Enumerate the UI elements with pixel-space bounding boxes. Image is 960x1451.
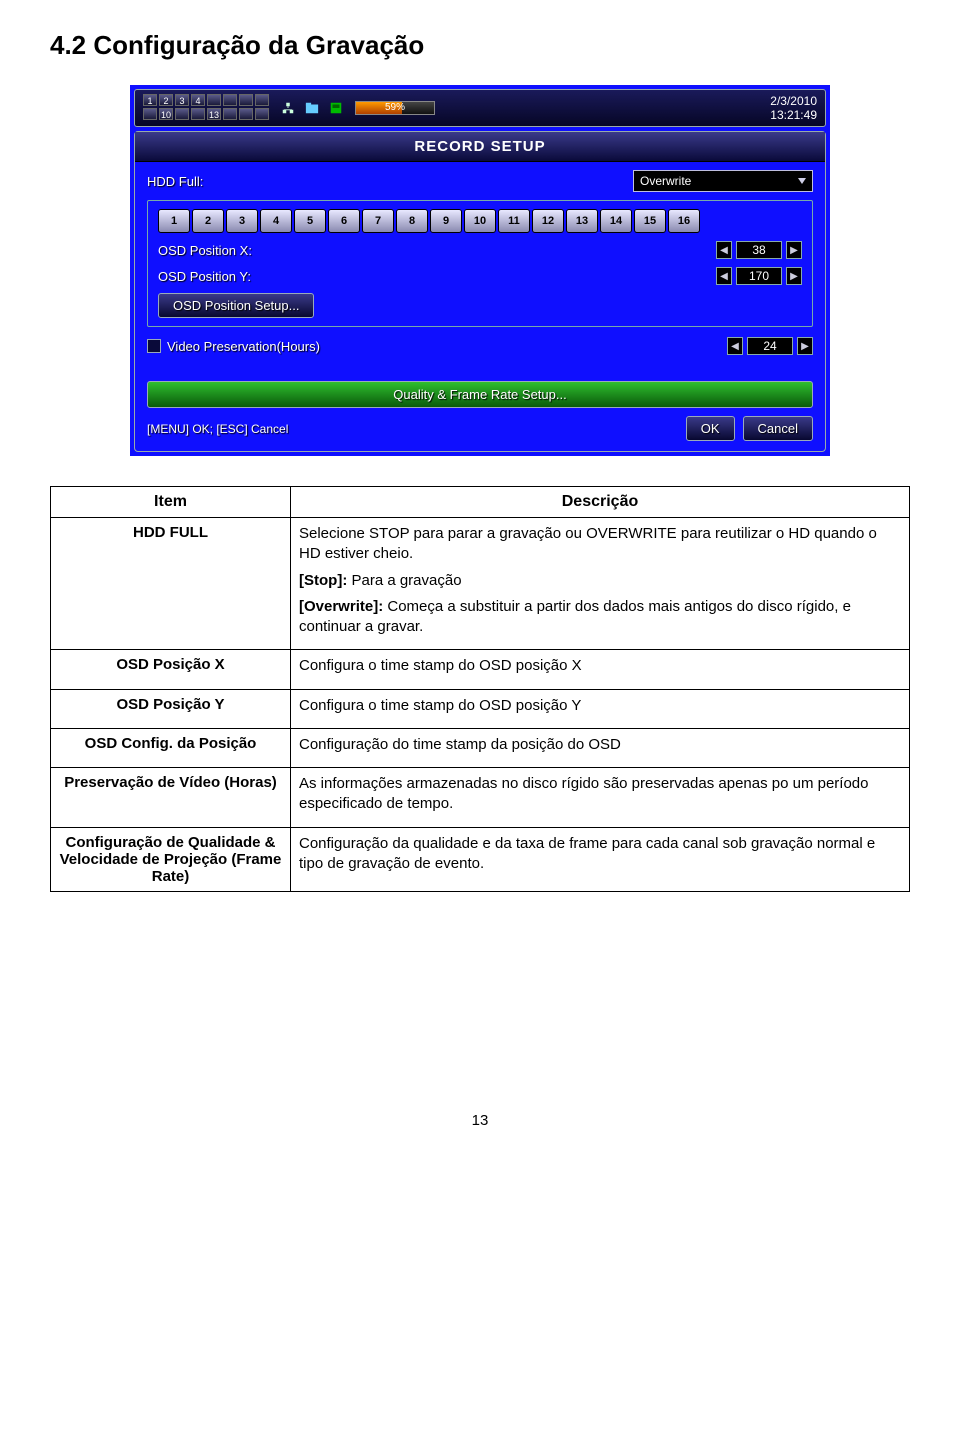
item-cell: HDD FULL: [51, 518, 291, 650]
dvr-screenshot: 1234 1013 59% 2/3/2010 13:21:49 RECORD S…: [130, 85, 830, 456]
channel-cell: 3: [175, 94, 189, 106]
item-cell: OSD Config. da Posição: [51, 728, 291, 767]
video-preservation-label: Video Preservation(Hours): [167, 339, 320, 354]
channel-cell: [223, 94, 237, 106]
channel-button[interactable]: 10: [464, 209, 496, 233]
disk-usage-bar: 59%: [355, 101, 435, 115]
desc-cell: Configuração da qualidade e da taxa de f…: [291, 827, 910, 891]
osd-y-value: 170: [736, 267, 782, 285]
arrow-right-icon[interactable]: ▶: [797, 337, 813, 355]
channel-cell: [239, 108, 253, 120]
channel-cell: 2: [159, 94, 173, 106]
description-table: Item Descrição HDD FULLSelecione STOP pa…: [50, 486, 910, 892]
channel-button[interactable]: 12: [532, 209, 564, 233]
osd-y-label: OSD Position Y:: [158, 269, 704, 284]
channel-cell: [191, 108, 205, 120]
table-head-item: Item: [51, 487, 291, 518]
time-label: 13:21:49: [770, 108, 817, 122]
arrow-left-icon[interactable]: ◀: [716, 241, 732, 259]
osd-position-setup-button[interactable]: OSD Position Setup...: [158, 293, 314, 318]
table-row: OSD Config. da PosiçãoConfiguração do ti…: [51, 728, 910, 767]
disk-icon: [329, 101, 343, 115]
channel-button[interactable]: 14: [600, 209, 632, 233]
channel-button[interactable]: 9: [430, 209, 462, 233]
clock: 2/3/2010 13:21:49: [770, 94, 817, 122]
table-row: OSD Posição XConfigura o time stamp do O…: [51, 650, 910, 689]
item-cell: Configuração de Qualidade & Velocidade d…: [51, 827, 291, 891]
table-row: Preservação de Vídeo (Horas)As informaçõ…: [51, 768, 910, 828]
chevron-down-icon: [798, 178, 806, 184]
channel-cell: [207, 94, 221, 106]
osd-y-stepper[interactable]: ◀ 170 ▶: [716, 267, 802, 285]
channel-cell: [255, 108, 269, 120]
osd-x-value: 38: [736, 241, 782, 259]
channel-cell: 4: [191, 94, 205, 106]
desc-cell: Configuração do time stamp da posição do…: [291, 728, 910, 767]
channel-cell: 13: [207, 108, 221, 120]
network-icon: [281, 101, 295, 115]
status-icons: [281, 101, 343, 115]
disk-usage-pct: 59%: [385, 102, 405, 113]
date-label: 2/3/2010: [770, 94, 817, 108]
cancel-button[interactable]: Cancel: [743, 416, 813, 441]
desc-cell: Configura o time stamp do OSD posição X: [291, 650, 910, 689]
status-bar: 1234 10 13 59% 2/3/2010 13:21:49: [134, 89, 826, 127]
channel-cell: 1: [143, 94, 157, 106]
table-row: OSD Posição YConfigura o time stamp do O…: [51, 689, 910, 728]
table-head-desc: Descrição: [291, 487, 910, 518]
hdd-full-value: Overwrite: [640, 174, 691, 188]
video-preservation-value: 24: [747, 337, 793, 355]
folder-icon: [305, 101, 319, 115]
record-setup-panel: RECORD SETUP HDD Full: Overwrite 1234567…: [134, 131, 826, 452]
video-preservation-checkbox[interactable]: [147, 339, 161, 353]
channel-button[interactable]: 11: [498, 209, 530, 233]
channel-button[interactable]: 16: [668, 209, 700, 233]
osd-x-label: OSD Position X:: [158, 243, 704, 258]
channel-cell: [223, 108, 237, 120]
desc-cell: Configura o time stamp do OSD posição Y: [291, 689, 910, 728]
osd-box: 12345678910111213141516 OSD Position X: …: [147, 200, 813, 327]
item-cell: OSD Posição Y: [51, 689, 291, 728]
desc-cell: Selecione STOP para parar a gravação ou …: [291, 518, 910, 650]
channel-button[interactable]: 13: [566, 209, 598, 233]
arrow-right-icon[interactable]: ▶: [786, 241, 802, 259]
channel-button[interactable]: 15: [634, 209, 666, 233]
quality-framerate-setup-button[interactable]: Quality & Frame Rate Setup...: [147, 381, 813, 408]
item-cell: Preservação de Vídeo (Horas): [51, 768, 291, 828]
video-preservation-stepper[interactable]: ◀ 24 ▶: [727, 337, 813, 355]
osd-x-stepper[interactable]: ◀ 38 ▶: [716, 241, 802, 259]
channel-button[interactable]: 5: [294, 209, 326, 233]
hdd-full-select[interactable]: Overwrite: [633, 170, 813, 192]
arrow-left-icon[interactable]: ◀: [727, 337, 743, 355]
table-row: HDD FULLSelecione STOP para parar a grav…: [51, 518, 910, 650]
arrow-right-icon[interactable]: ▶: [786, 267, 802, 285]
arrow-left-icon[interactable]: ◀: [716, 267, 732, 285]
channel-button[interactable]: 2: [192, 209, 224, 233]
channel-button[interactable]: 8: [396, 209, 428, 233]
section-title: 4.2 Configuração da Gravação: [50, 30, 910, 61]
menu-hint: [MENU] OK; [ESC] Cancel: [147, 422, 288, 436]
item-cell: OSD Posição X: [51, 650, 291, 689]
channel-button[interactable]: 1: [158, 209, 190, 233]
channel-button[interactable]: 3: [226, 209, 258, 233]
channel-button[interactable]: 7: [362, 209, 394, 233]
channel-cell: [175, 108, 189, 120]
channel-cell: 10: [159, 108, 173, 120]
hdd-full-label: HDD Full:: [147, 174, 621, 189]
table-row: Configuração de Qualidade & Velocidade d…: [51, 827, 910, 891]
channel-grid: 1234 10 13: [143, 94, 269, 122]
panel-title: RECORD SETUP: [135, 132, 825, 162]
channel-cell: [255, 94, 269, 106]
channel-button[interactable]: 6: [328, 209, 360, 233]
channel-button[interactable]: 4: [260, 209, 292, 233]
page-number: 13: [50, 1112, 910, 1129]
channel-buttons: 12345678910111213141516: [158, 209, 802, 233]
channel-cell: [239, 94, 253, 106]
channel-cell: [143, 108, 157, 120]
ok-button[interactable]: OK: [686, 416, 735, 441]
desc-cell: As informações armazenadas no disco rígi…: [291, 768, 910, 828]
